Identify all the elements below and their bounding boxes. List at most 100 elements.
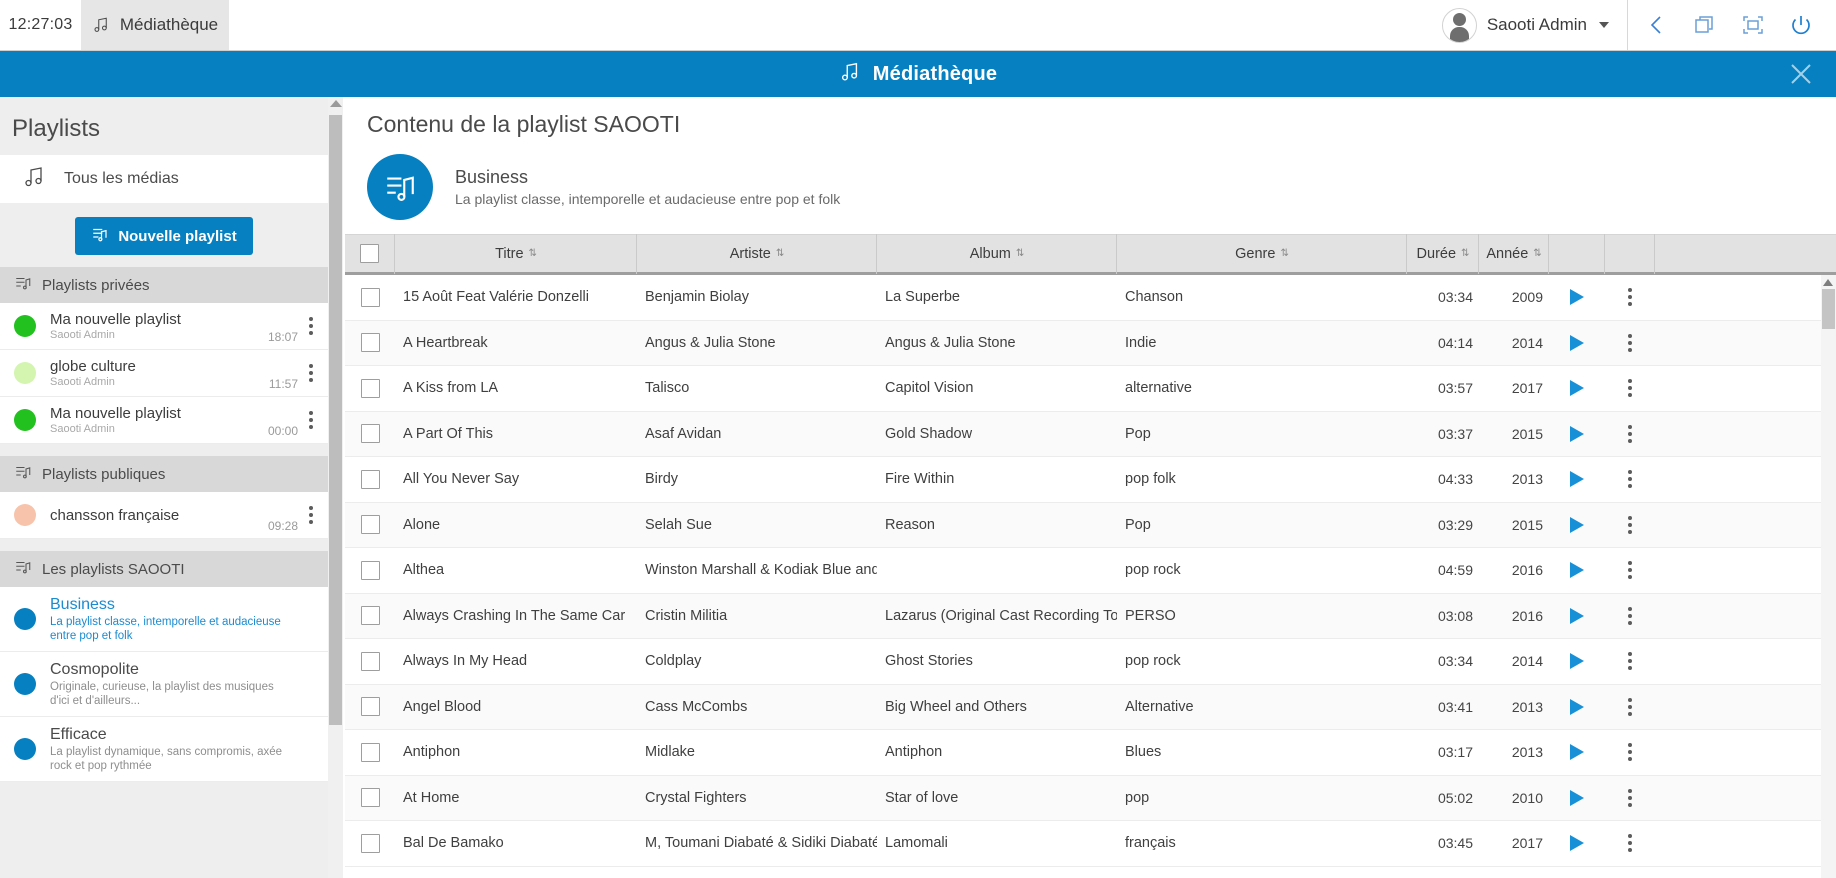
row-checkbox[interactable]	[360, 560, 380, 580]
column-header-album[interactable]: Album ⇅	[877, 233, 1117, 274]
play-icon[interactable]	[1549, 366, 1605, 412]
sidebar-item-saooti-business[interactable]: Business La playlist classe, intemporell…	[0, 587, 328, 652]
kebab-menu-icon[interactable]	[1605, 366, 1655, 412]
kebab-menu-icon[interactable]	[1605, 502, 1655, 548]
column-header-artiste[interactable]: Artiste ⇅	[637, 233, 877, 274]
row-select-cell[interactable]	[345, 639, 395, 685]
fullscreen-icon[interactable]	[1740, 12, 1766, 38]
tab-mediatheque[interactable]: Médiathèque	[81, 0, 229, 50]
row-checkbox[interactable]	[360, 788, 380, 808]
playlist-row[interactable]: Ma nouvelle playlist Saooti Admin 18:07	[0, 303, 328, 350]
play-icon[interactable]	[1549, 684, 1605, 730]
playlist-row[interactable]: globe culture Saooti Admin 11:57	[0, 350, 328, 397]
windows-restore-icon[interactable]	[1692, 12, 1718, 38]
table-row[interactable]: Always Crashing In The Same Car Cristin M…	[345, 593, 1836, 639]
row-checkbox[interactable]	[360, 742, 380, 762]
table-row[interactable]: Althea Winston Marshall & Kodiak Blue and…	[345, 548, 1836, 594]
cell-genre: Pop	[1125, 516, 1151, 533]
row-select-cell[interactable]	[345, 593, 395, 639]
select-all-cell[interactable]	[345, 233, 395, 274]
play-icon[interactable]	[1549, 320, 1605, 366]
scroll-up-arrow-icon[interactable]	[329, 100, 342, 107]
row-select-cell[interactable]	[345, 275, 395, 320]
power-icon[interactable]	[1788, 12, 1814, 38]
play-icon[interactable]	[1549, 821, 1605, 867]
column-header-titre[interactable]: Titre ⇅	[395, 233, 637, 274]
row-select-cell[interactable]	[345, 684, 395, 730]
play-icon[interactable]	[1549, 457, 1605, 503]
row-checkbox[interactable]	[360, 287, 380, 307]
kebab-menu-icon[interactable]	[1605, 821, 1655, 867]
kebab-menu-icon[interactable]	[1605, 457, 1655, 503]
sidebar-scrollbar[interactable]	[328, 97, 343, 878]
play-icon[interactable]	[1549, 639, 1605, 685]
kebab-menu-icon[interactable]	[1605, 593, 1655, 639]
play-icon[interactable]	[1549, 775, 1605, 821]
scroll-up-arrow-icon[interactable]	[1823, 279, 1833, 286]
table-row[interactable]: Bal De Bamako M, Toumani Diabaté & Sidiki…	[345, 821, 1836, 867]
table-row[interactable]: Angel Blood Cass McCombs Big Wheel and Oth…	[345, 684, 1836, 730]
play-icon[interactable]	[1549, 275, 1605, 320]
row-select-cell[interactable]	[345, 457, 395, 503]
table-row[interactable]: All You Never Say Birdy Fire Within pop fol…	[345, 457, 1836, 503]
row-select-cell[interactable]	[345, 730, 395, 776]
row-checkbox[interactable]	[360, 378, 380, 398]
playlist-row[interactable]: chansson française 09:28	[0, 492, 328, 539]
kebab-menu-icon[interactable]	[1605, 411, 1655, 457]
row-checkbox[interactable]	[360, 469, 380, 489]
play-icon[interactable]	[1549, 593, 1605, 639]
user-menu[interactable]: Saooti Admin	[1441, 0, 1628, 50]
table-row[interactable]: 15 Août Feat Valérie Donzelli Benjamin Bi…	[345, 275, 1836, 321]
kebab-menu-icon[interactable]	[1605, 730, 1655, 776]
kebab-menu-icon[interactable]	[1605, 684, 1655, 730]
sidebar-item-all-media[interactable]: Tous les médias	[0, 155, 328, 203]
row-checkbox[interactable]	[360, 424, 380, 444]
row-select-cell[interactable]	[345, 821, 395, 867]
sidebar-item-saooti-cosmopolite[interactable]: Cosmopolite Originale, curieuse, la play…	[0, 652, 328, 717]
table-row[interactable]: Alone Selah Sue Reason Pop 03:29 2015	[345, 502, 1836, 548]
table-row[interactable]: Always In My Head Coldplay Ghost Stories po…	[345, 639, 1836, 685]
row-checkbox[interactable]	[360, 515, 380, 535]
row-checkbox[interactable]	[360, 833, 380, 853]
kebab-menu-icon[interactable]	[304, 364, 318, 382]
row-select-cell[interactable]	[345, 366, 395, 412]
play-icon[interactable]	[1549, 548, 1605, 594]
play-icon[interactable]	[1549, 411, 1605, 457]
play-icon[interactable]	[1549, 730, 1605, 776]
new-playlist-button[interactable]: Nouvelle playlist	[75, 217, 253, 255]
row-checkbox[interactable]	[360, 606, 380, 626]
column-header-annee[interactable]: Année ⇅	[1479, 233, 1549, 274]
playlist-row[interactable]: Ma nouvelle playlist Saooti Admin 00:00	[0, 397, 328, 444]
table-scrollbar[interactable]	[1821, 275, 1836, 878]
kebab-menu-icon[interactable]	[1605, 775, 1655, 821]
row-select-cell[interactable]	[345, 548, 395, 594]
table-scrollbar-thumb[interactable]	[1822, 289, 1835, 329]
kebab-menu-icon[interactable]	[1605, 639, 1655, 685]
play-icon[interactable]	[1549, 502, 1605, 548]
sidebar-scrollbar-thumb[interactable]	[329, 115, 342, 725]
back-arrow-icon[interactable]	[1644, 12, 1670, 38]
table-row[interactable]: A Heartbreak Angus & Julia Stone Angus & J…	[345, 320, 1836, 366]
kebab-menu-icon[interactable]	[304, 317, 318, 335]
kebab-menu-icon[interactable]	[304, 506, 318, 524]
select-all-checkbox[interactable]	[360, 244, 379, 263]
kebab-menu-icon[interactable]	[1605, 275, 1655, 320]
row-select-cell[interactable]	[345, 411, 395, 457]
sidebar-item-saooti-efficace[interactable]: Efficace La playlist dynamique, sans com…	[0, 717, 328, 782]
row-checkbox[interactable]	[360, 333, 380, 353]
column-header-duree[interactable]: Durée ⇅	[1407, 233, 1479, 274]
row-select-cell[interactable]	[345, 320, 395, 366]
table-row[interactable]: A Part Of This Asaf Avidan Gold Shadow Pop 0…	[345, 411, 1836, 457]
row-select-cell[interactable]	[345, 775, 395, 821]
table-row[interactable]: Antiphon Midlake Antiphon Blues 03:17 2013	[345, 730, 1836, 776]
row-checkbox[interactable]	[360, 697, 380, 717]
table-row[interactable]: At Home Crystal Fighters Star of love pop 05…	[345, 775, 1836, 821]
kebab-menu-icon[interactable]	[304, 411, 318, 429]
row-checkbox[interactable]	[360, 651, 380, 671]
column-header-genre[interactable]: Genre ⇅	[1117, 233, 1407, 274]
close-icon[interactable]	[1784, 57, 1818, 91]
kebab-menu-icon[interactable]	[1605, 548, 1655, 594]
table-row[interactable]: A Kiss from LA Talisco Capitol Vision alter…	[345, 366, 1836, 412]
kebab-menu-icon[interactable]	[1605, 320, 1655, 366]
row-select-cell[interactable]	[345, 502, 395, 548]
